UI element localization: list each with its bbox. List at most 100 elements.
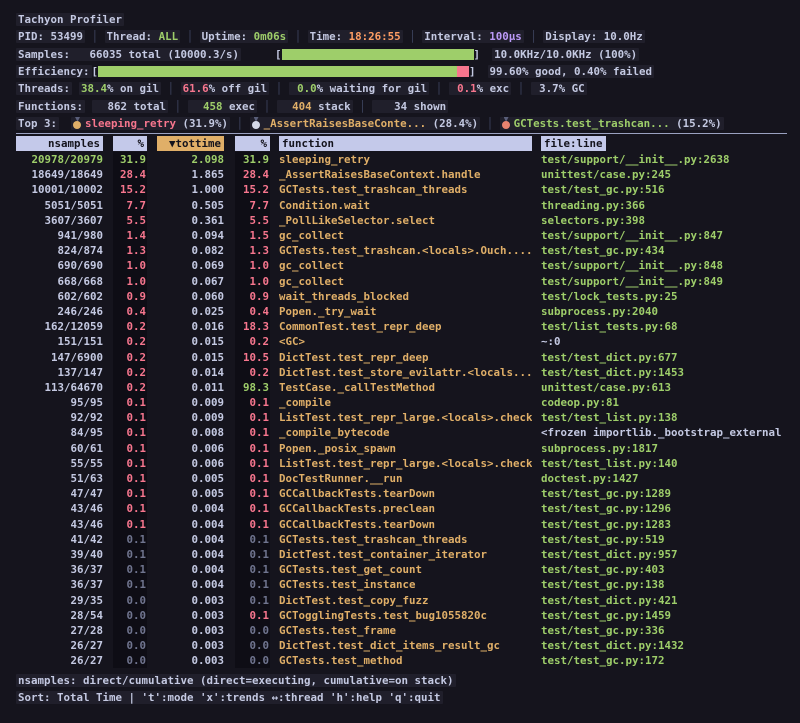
cell-direct-pct: 0.1 xyxy=(113,517,147,532)
table-row[interactable]: 51/630.10.0050.1DocTestRunner.__rundocte… xyxy=(0,471,800,486)
table-row[interactable]: 5051/50517.70.5057.7Condition.waitthread… xyxy=(0,198,800,213)
top3-function-name: GCTests.test_trashcan... xyxy=(514,117,670,130)
table-row[interactable]: 95/950.10.0090.1_compilecodeop.py:81 xyxy=(0,395,800,410)
table-row[interactable]: 47/470.10.0050.1GCCallbackTests.tearDown… xyxy=(0,486,800,501)
table-row[interactable]: 36/370.10.0040.1GCTests.test_get_countte… xyxy=(0,562,800,577)
cell-cumulative-pct: 0.1 xyxy=(235,547,270,562)
table-row[interactable]: 60/610.10.0060.1Popen._posix_spawnsubpro… xyxy=(0,441,800,456)
cell-function: _compile xyxy=(279,395,532,410)
table-row[interactable]: 162/120590.20.01618.3CommonTest.test_rep… xyxy=(0,319,800,334)
separator: │ xyxy=(480,117,500,130)
cell-direct-pct: 31.9 xyxy=(113,152,147,167)
cell-nsamples: 26/27 xyxy=(16,653,103,668)
cell-tottime: 0.361 xyxy=(157,213,224,228)
cell-direct-pct: 0.1 xyxy=(113,441,147,456)
status-interval: Interval: 100µs xyxy=(422,30,524,43)
cell-cumulative-pct: 98.3 xyxy=(235,380,270,395)
table-row[interactable]: 151/1510.20.0150.2<GC>~:0 xyxy=(0,334,800,349)
cell-cumulative-pct: 0.1 xyxy=(235,608,270,623)
table-row[interactable]: 84/950.10.0080.1_compile_bytecode<frozen… xyxy=(0,425,800,440)
table-row[interactable]: 28/540.00.0030.1GCTogglingTests.test_bug… xyxy=(0,608,800,623)
threads-line-segment: 0.0% waiting for gil xyxy=(289,82,430,95)
table-row[interactable]: 92/920.10.0090.1ListTest.test_repr_large… xyxy=(0,410,800,425)
cell-function: Popen._try_wait xyxy=(279,304,532,319)
table-row[interactable]: 10001/1000215.21.00015.2GCTests.test_tra… xyxy=(0,182,800,197)
cell-file-line: test/test_gc.py:516 xyxy=(541,182,800,197)
column-header-function[interactable]: function xyxy=(279,136,532,151)
cell-file-line: unittest/case.py:613 xyxy=(541,380,800,395)
top3-entry: GCTests.test_trashcan... (15.2%) xyxy=(500,117,724,130)
column-header-file-line[interactable]: file:line xyxy=(541,136,606,151)
table-row[interactable]: 113/646700.20.01198.3TestCase._callTestM… xyxy=(0,380,800,395)
cell-cumulative-pct: 0.1 xyxy=(235,501,270,516)
table-row[interactable]: 27/280.00.0030.0GCTests.test_frametest/t… xyxy=(0,623,800,638)
cell-file-line: subprocess.py:1817 xyxy=(541,441,800,456)
cell-file-line: threading.py:366 xyxy=(541,198,800,213)
table-row[interactable]: 26/270.00.0030.0GCTests.test_methodtest/… xyxy=(0,653,800,668)
table-row[interactable]: 941/9801.40.0941.5gc_collecttest/support… xyxy=(0,228,800,243)
cell-tottime: 2.098 xyxy=(157,152,224,167)
table-row[interactable]: 690/6901.00.0691.0gc_collecttest/support… xyxy=(0,258,800,273)
column-header-tottime[interactable]: ▼tottime xyxy=(157,136,224,151)
bar-close-bracket: ] xyxy=(469,65,476,78)
cell-cumulative-pct: 0.0 xyxy=(235,623,270,638)
separator: │ xyxy=(269,82,289,95)
table-row[interactable]: 3607/36075.50.3615.5_PollLikeSelector.se… xyxy=(0,213,800,228)
cell-file-line: doctest.py:1427 xyxy=(541,471,800,486)
cell-direct-pct: 0.1 xyxy=(113,501,147,516)
column-header-direct-pct[interactable]: % xyxy=(113,136,147,151)
cell-function: TestCase._callTestMethod xyxy=(279,380,532,395)
cell-nsamples: 43/46 xyxy=(16,501,103,516)
table-row[interactable]: 43/460.10.0040.1GCCallbackTests.tearDown… xyxy=(0,517,800,532)
cell-cumulative-pct: 31.9 xyxy=(235,152,270,167)
cell-file-line: test/support/__init__.py:847 xyxy=(541,228,800,243)
table-row[interactable]: 20978/2097931.92.09831.9sleeping_retryte… xyxy=(0,152,800,167)
cell-function: _PollLikeSelector.select xyxy=(279,213,532,228)
cell-nsamples: 824/874 xyxy=(16,243,103,258)
cell-nsamples: 246/246 xyxy=(16,304,103,319)
status-thread-value: ALL xyxy=(159,30,179,43)
table-row[interactable]: 29/350.00.0030.1DictTest.test_copy_fuzzt… xyxy=(0,593,800,608)
cell-direct-pct: 28.4 xyxy=(113,167,147,182)
cell-tottime: 0.005 xyxy=(157,486,224,501)
samples-summary: Samples: 66035 total (10000.3/s) xyxy=(16,48,241,61)
table-row[interactable]: 147/69000.20.01510.5DictTest.test_repr_d… xyxy=(0,350,800,365)
table-row[interactable]: 137/1470.20.0140.2DictTest.test_store_ev… xyxy=(0,365,800,380)
cell-direct-pct: 0.0 xyxy=(113,623,147,638)
table-row[interactable]: 55/550.10.0060.1ListTest.test_repr_large… xyxy=(0,456,800,471)
table-row[interactable]: 39/400.10.0040.1DictTest.test_container_… xyxy=(0,547,800,562)
cell-tottime: 0.067 xyxy=(157,274,224,289)
functions-line: Functions:862 total │ 458 exec │ 404 sta… xyxy=(0,97,800,114)
table-row[interactable]: 246/2460.40.0250.4Popen._try_waitsubproc… xyxy=(0,304,800,319)
table-row[interactable]: 26/270.00.0030.0DictTest.test_dict_items… xyxy=(0,638,800,653)
top3-pct: (15.2%) xyxy=(670,117,722,130)
table-row[interactable]: 43/460.10.0040.1GCCallbackTests.preclean… xyxy=(0,501,800,516)
cell-nsamples: 941/980 xyxy=(16,228,103,243)
table-row[interactable]: 668/6681.00.0671.0gc_collecttest/support… xyxy=(0,274,800,289)
cell-direct-pct: 0.2 xyxy=(113,319,147,334)
cell-tottime: 0.004 xyxy=(157,532,224,547)
column-header-cumulative-pct[interactable]: % xyxy=(235,136,270,151)
cell-cumulative-pct: 1.3 xyxy=(235,243,270,258)
table-separator xyxy=(16,133,787,134)
cell-nsamples: 41/42 xyxy=(16,532,103,547)
cell-tottime: 0.009 xyxy=(157,395,224,410)
cell-file-line: test/test_gc.py:1289 xyxy=(541,486,800,501)
table-row[interactable]: 824/8741.30.0821.3GCTests.test_trashcan.… xyxy=(0,243,800,258)
table-row[interactable]: 36/370.10.0040.1GCTests.test_instancetes… xyxy=(0,577,800,592)
table-row[interactable]: 602/6020.90.0600.9wait_threads_blockedte… xyxy=(0,289,800,304)
cell-function: GCCallbackTests.tearDown xyxy=(279,517,532,532)
column-header-nsamples[interactable]: nsamples xyxy=(16,136,103,151)
cell-tottime: 0.005 xyxy=(157,471,224,486)
cell-file-line: test/test_gc.py:434 xyxy=(541,243,800,258)
status-pid-label: PID: xyxy=(18,30,51,43)
cell-direct-pct: 7.7 xyxy=(113,198,147,213)
functions-line-segment: 404 stack xyxy=(277,100,353,113)
cell-nsamples: 28/54 xyxy=(16,608,103,623)
bronze-medal-icon xyxy=(502,117,511,129)
functions-line-label: Functions: xyxy=(16,100,85,113)
table-row[interactable]: 41/420.10.0040.1GCTests.test_trashcan_th… xyxy=(0,532,800,547)
table-row[interactable]: 18649/1864928.41.86528.4_AssertRaisesBas… xyxy=(0,167,800,182)
cell-tottime: 0.011 xyxy=(157,380,224,395)
cell-direct-pct: 0.1 xyxy=(113,471,147,486)
